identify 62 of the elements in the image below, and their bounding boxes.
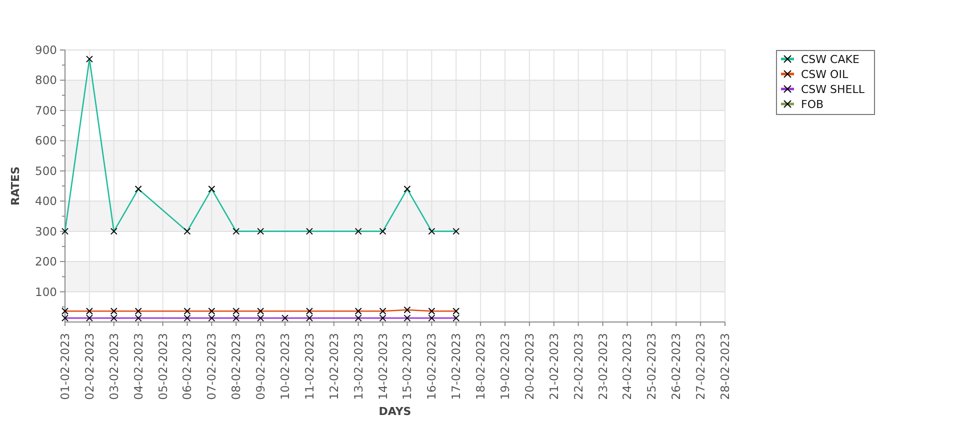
y-tick-label: 300	[35, 224, 57, 238]
y-tick-label: 100	[35, 284, 57, 299]
x-tick-label: 13-02-2023	[351, 333, 366, 400]
x-tick-label: 01-02-2023	[58, 333, 72, 400]
x-tick-label: 25-02-2023	[644, 333, 659, 400]
x-tick-label: 12-02-2023	[326, 333, 341, 400]
legend-label: FOB	[801, 98, 824, 111]
x-tick-label: 23-02-2023	[596, 333, 610, 400]
point-marker	[354, 228, 362, 235]
x-tick-label: 24-02-2023	[620, 333, 634, 400]
point-marker	[257, 228, 264, 235]
x-tick-label: 06-02-2023	[180, 333, 194, 400]
y-tick-label: 200	[35, 254, 57, 269]
x-tick-label: 19-02-2023	[498, 333, 512, 400]
point-marker	[404, 186, 411, 193]
x-tick-label: 04-02-2023	[131, 333, 146, 400]
x-tick-label: 15-02-2023	[400, 333, 414, 400]
x-tick-label: 03-02-2023	[106, 333, 121, 400]
y-tick-label: 700	[35, 103, 57, 118]
point-marker	[110, 228, 118, 235]
x-tick-label: 16-02-2023	[424, 333, 439, 400]
x-tick-label: 17-02-2023	[449, 333, 464, 400]
x-tick-label: 08-02-2023	[229, 333, 244, 400]
y-tick-label: 500	[35, 164, 57, 178]
point-marker	[208, 186, 216, 193]
point-marker	[428, 228, 436, 235]
legend-label: CSW CAKE	[801, 53, 860, 66]
x-tick-label: 21-02-2023	[546, 333, 561, 400]
x-tick-label: 26-02-2023	[669, 333, 684, 400]
y-axis-title: RATES	[9, 166, 22, 206]
point-marker	[62, 228, 68, 235]
legend-swatch-icon	[781, 55, 794, 63]
legend-swatch-icon	[781, 100, 794, 108]
point-marker	[379, 228, 386, 235]
x-axis-title: DAYS	[378, 405, 412, 418]
x-tick-label: 10-02-2023	[278, 333, 292, 400]
x-tick-label: 20-02-2023	[522, 333, 536, 400]
legend-swatch-icon	[781, 85, 794, 93]
point-marker	[306, 228, 313, 235]
point-marker	[452, 228, 460, 235]
y-tick-label: 600	[35, 134, 57, 148]
point-marker	[184, 228, 191, 235]
x-tick-label: 09-02-2023	[254, 333, 268, 400]
y-tick-label: 900	[35, 43, 57, 57]
x-tick-label: 02-02-2023	[82, 333, 96, 400]
point-marker	[134, 186, 142, 193]
point-marker	[232, 228, 240, 235]
y-tick-label: 400	[35, 194, 57, 208]
y-tick-label: 800	[35, 73, 57, 88]
legend-label: CSW SHELL	[801, 83, 864, 96]
x-tick-label: 18-02-2023	[474, 333, 488, 400]
x-tick-label: 05-02-2023	[156, 333, 170, 400]
legend-swatch-icon	[781, 70, 794, 78]
x-tick-label: 22-02-2023	[571, 333, 586, 400]
x-tick-label: 27-02-2023	[694, 333, 708, 400]
x-tick-label: 28-02-2023	[718, 333, 732, 400]
x-tick-label: 07-02-2023	[204, 333, 219, 400]
x-tick-label: 11-02-2023	[302, 333, 316, 400]
x-tick-label: 14-02-2023	[376, 333, 390, 400]
point-marker	[282, 314, 288, 322]
legend-label: CSW OIL	[801, 68, 848, 81]
point-marker	[86, 56, 93, 63]
